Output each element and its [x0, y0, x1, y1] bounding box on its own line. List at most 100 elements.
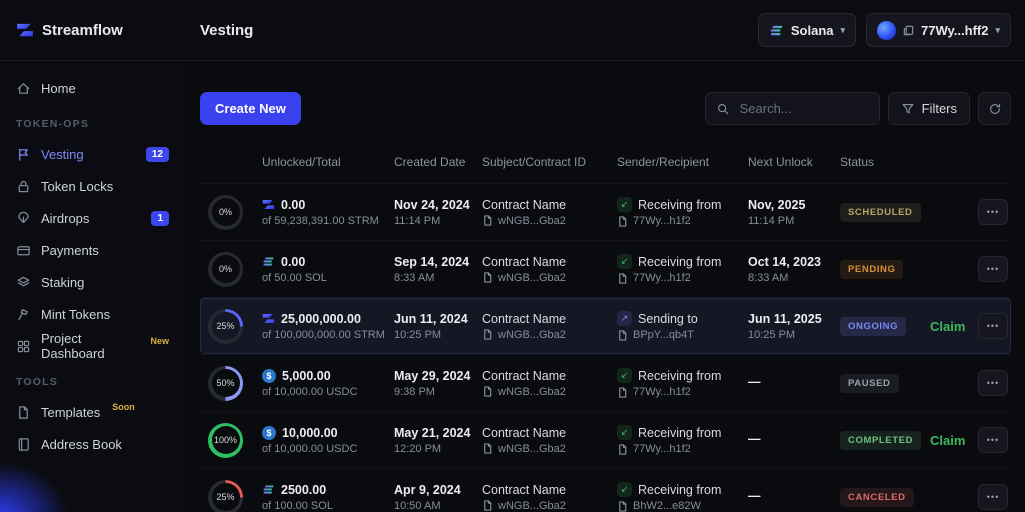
contract-icon [484, 500, 492, 511]
strm-token-icon [262, 198, 275, 211]
contract-icon [619, 215, 627, 227]
refresh-button[interactable] [978, 92, 1011, 125]
receive-icon: ↙ [617, 425, 632, 440]
row-menu-button[interactable]: ••• [978, 484, 1008, 510]
parachute-icon [16, 211, 31, 226]
strm-token-icon [262, 312, 275, 325]
ellipsis-icon: ••• [986, 492, 1000, 502]
status-badge: PAUSED [840, 373, 899, 393]
progress-ring: 100% [208, 422, 243, 458]
contract-icon [619, 500, 627, 512]
col-subject: Subject/Contract ID [482, 155, 587, 169]
sol-token-icon [262, 255, 275, 268]
claim-link[interactable]: Claim [930, 433, 965, 448]
send-icon: ↗ [617, 311, 632, 326]
usdc-token-icon [262, 425, 276, 440]
sidebar-item-templates[interactable]: Templates Soon [0, 396, 185, 428]
sidebar-item-airdrops[interactable]: Airdrops 1 [0, 202, 185, 234]
table-row[interactable]: 100% 10,000.00 of 10,000.00 USDC May 21,… [200, 411, 1011, 468]
contract-icon [484, 272, 492, 283]
sidebar-item-project-dashboard[interactable]: Project Dashboard New [0, 330, 185, 362]
status-badge: ONGOING [840, 316, 907, 336]
page-title: Vesting [200, 21, 254, 39]
app-window: Streamflow Vesting Solana ▾ 77Wy...hff2 … [0, 0, 1025, 512]
table-row-selected[interactable]: 25% 25,000,000.00 of 100,000,000.00 STRM… [200, 297, 1011, 354]
row-menu-button[interactable]: ••• [978, 256, 1008, 282]
network-select[interactable]: Solana ▾ [757, 13, 857, 47]
chevron-down-icon: ▾ [995, 24, 1000, 35]
status-badge: COMPLETED [840, 430, 922, 450]
sidebar-item-token-locks[interactable]: Token Locks [0, 170, 185, 202]
table-header: Unlocked/Total Created Date Subject/Cont… [200, 147, 1011, 183]
streamflow-logo-icon [17, 23, 33, 37]
sol-token-icon [262, 483, 275, 496]
sidebar-item-staking[interactable]: Staking [0, 266, 185, 298]
solana-icon [770, 25, 783, 35]
sidebar-item-address-book[interactable]: Address Book [0, 428, 185, 460]
dashboard-icon [16, 339, 31, 354]
section-title-tools: TOOLS [16, 376, 58, 388]
search-icon [717, 103, 728, 114]
soon-tag: Soon [112, 402, 135, 412]
contract-icon [484, 443, 492, 454]
section-title-token-ops: TOKEN-OPS [16, 118, 90, 130]
ellipsis-icon: ••• [986, 264, 1000, 274]
progress-ring: 50% [208, 365, 243, 401]
chevron-down-icon: ▾ [840, 24, 846, 35]
hammer-icon [16, 307, 31, 322]
brand-label: Streamflow [42, 21, 123, 39]
table-row[interactable]: 25% 2500.00 of 100.00 SOL Apr 9, 2024 10:… [200, 468, 1011, 512]
table-row[interactable]: 0% 0.00 of 59,238,391.00 STRM Nov 24, 20… [200, 183, 1011, 240]
col-unlocked-total: Unlocked/Total [262, 155, 341, 169]
vesting-icon [16, 147, 31, 162]
progress-ring: 0% [208, 251, 243, 287]
sidebar-item-vesting[interactable]: Vesting 12 [0, 138, 185, 170]
main-content: Create New Filters [185, 60, 1025, 512]
claim-link[interactable]: Claim [930, 319, 965, 334]
wallet-button[interactable]: 77Wy...hff2 ▾ [866, 13, 1011, 47]
row-menu-button[interactable]: ••• [978, 427, 1008, 453]
card-icon [16, 243, 31, 258]
table-row[interactable]: 0% 0.00 of 50.00 SOL Sep 14, 2024 8:33 AM… [200, 240, 1011, 297]
funnel-icon [902, 103, 913, 114]
sidebar-item-payments[interactable]: Payments [0, 234, 185, 266]
lock-icon [16, 179, 31, 194]
row-menu-button[interactable]: ••• [978, 199, 1008, 225]
home-icon [16, 81, 31, 96]
receive-icon: ↙ [617, 197, 632, 212]
refresh-icon [989, 103, 1000, 114]
sidebar-item-mint-tokens[interactable]: Mint Tokens [0, 298, 185, 330]
brand[interactable]: Streamflow [0, 21, 185, 39]
new-tag: New [150, 336, 169, 346]
sidebar-item-home[interactable]: Home [0, 72, 185, 104]
progress-ring: 25% [208, 479, 243, 512]
table-row[interactable]: 50% 5,000.00 of 10,000.00 USDC May 29, 2… [200, 354, 1011, 411]
contract-icon [619, 329, 627, 341]
search-input[interactable] [737, 100, 862, 117]
col-sender-recipient: Sender/Recipient [617, 155, 710, 169]
col-created-date: Created Date [394, 155, 466, 169]
ellipsis-icon: ••• [986, 435, 1000, 445]
filters-button[interactable]: Filters [887, 92, 970, 125]
search-box[interactable] [704, 92, 880, 125]
ellipsis-icon: ••• [986, 321, 1000, 331]
wallet-address: 77Wy...hff2 [921, 22, 989, 38]
ellipsis-icon: ••• [986, 207, 1000, 217]
create-new-button[interactable]: Create New [200, 92, 301, 125]
progress-ring: 25% [208, 308, 243, 344]
receive-icon: ↙ [617, 368, 632, 383]
row-menu-button[interactable]: ••• [978, 313, 1008, 339]
ellipsis-icon: ••• [986, 378, 1000, 388]
status-badge: CANCELED [840, 487, 914, 507]
book-icon [16, 437, 31, 452]
toolbar: Create New Filters [200, 92, 1011, 125]
contract-icon [619, 272, 627, 284]
receive-icon: ↙ [617, 254, 632, 269]
file-icon [16, 405, 31, 420]
progress-ring: 0% [208, 194, 243, 230]
contract-icon [484, 329, 492, 340]
wallet-avatar [877, 20, 897, 40]
toolbar-right: Filters [704, 92, 1011, 125]
topbar-actions: Solana ▾ 77Wy...hff2 ▾ [757, 13, 1025, 47]
row-menu-button[interactable]: ••• [978, 370, 1008, 396]
